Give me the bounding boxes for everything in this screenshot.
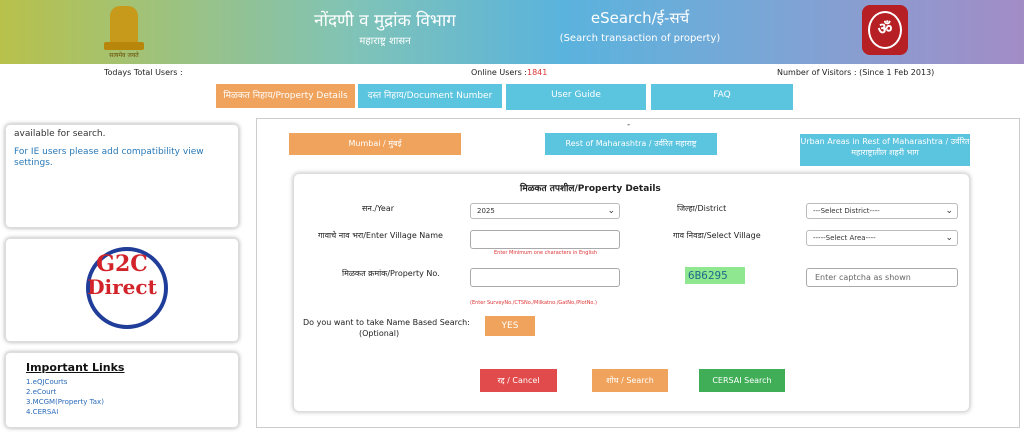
district-label: जिल्हा/District — [677, 204, 727, 213]
region-urban-areas-button[interactable]: Urban Areas in Rest of Maharashtra / उर्… — [800, 134, 970, 166]
year-label: सन./Year — [362, 204, 395, 213]
cersai-search-button[interactable]: CERSAI Search — [699, 369, 785, 392]
name-search-optional: (Optional) — [359, 329, 400, 338]
tab-property-details[interactable]: मिळकत निहाय/Property Details — [216, 84, 355, 108]
village-hint: Enter Minimum one characters in English — [494, 250, 598, 256]
links-heading: Important Links — [26, 361, 125, 374]
department-title: नोंदणी व मुद्रांक विभाग — [314, 11, 456, 31]
tab-faq[interactable]: FAQ — [651, 84, 793, 110]
year-value: 2025 — [477, 207, 495, 215]
search-button[interactable]: शोध / Search — [592, 369, 668, 392]
name-search-label: Do you want to take Name Based Search: — [303, 318, 470, 327]
property-no-input[interactable] — [470, 268, 620, 287]
region-rest-maharashtra-button[interactable]: Rest of Maharashtra / उर्वरित महाराष्ट्र — [545, 133, 717, 155]
online-users-label: Online Users : — [471, 68, 527, 77]
department-logo-icon: ॐ — [862, 5, 908, 55]
year-select[interactable]: 2025 ⌄ — [470, 203, 620, 219]
department-subtitle: महाराष्ट्र शासन — [359, 36, 411, 47]
property-no-label: मिळकत क्रमांक/Property No. — [342, 269, 440, 278]
link-eqjcourts[interactable]: 1.eQJCourts — [26, 378, 67, 386]
important-links-panel: Important Links 1.eQJCourts 2.eCourt 3.M… — [5, 352, 239, 428]
area-select[interactable]: -----Select Area---- ⌄ — [806, 230, 958, 246]
app-subtitle: (Search transaction of property) — [559, 33, 721, 44]
chevron-down-icon: ⌄ — [607, 206, 615, 216]
online-users-count: 1841 — [527, 68, 548, 77]
area-value: -----Select Area---- — [813, 234, 876, 242]
app-title: eSearch/ई-सर्च — [590, 9, 690, 27]
yes-button[interactable]: YES — [485, 316, 535, 336]
g2c-direct-banner[interactable]: G2C Direct — [5, 238, 239, 342]
form-title: मिळकत तपशील/Property Details — [520, 184, 661, 194]
notice-panel: available for search. For IE users pleas… — [5, 124, 239, 228]
district-value: ---Select District---- — [813, 207, 880, 215]
property-hint: (Enter SurveyNo./CTSNo./Milkatno./GatNo.… — [470, 300, 597, 306]
chevron-down-icon: ⌄ — [945, 233, 953, 243]
notice-text: available for search. — [14, 129, 106, 139]
state-emblem-icon: सत्यमेव जयते — [98, 2, 150, 60]
site-header: सत्यमेव जयते नोंदणी व मुद्रांक विभाग महा… — [0, 0, 1024, 64]
village-name-input[interactable] — [470, 230, 620, 249]
visitors-label: Number of Visitors : (Since 1 Feb 2013) — [777, 68, 935, 77]
direct-text: Direct — [87, 275, 157, 299]
region-mumbai-button[interactable]: Mumbai / मुंबई — [289, 133, 461, 155]
village-name-label: गावाचे नाव भरा/Enter Village Name — [318, 231, 443, 240]
g2c-text: G2C — [96, 251, 148, 277]
captcha-input[interactable]: Enter captcha as shown — [806, 268, 958, 287]
link-mcgm[interactable]: 3.MCGM(Property Tax) — [26, 398, 104, 406]
chevron-down-icon: ⌄ — [945, 206, 953, 216]
emblem-motto: सत्यमेव जयते — [109, 52, 139, 59]
ie-compat-note: For IE users please add compatibility vi… — [14, 147, 204, 168]
link-ecourt[interactable]: 2.eCourt — [26, 388, 56, 396]
total-users-label: Todays Total Users : — [104, 68, 183, 77]
link-cersai[interactable]: 4.CERSAI — [26, 408, 58, 416]
cancel-button[interactable]: रद्द / Cancel — [480, 369, 557, 392]
tab-document-number[interactable]: दस्त निहाय/Document Number — [358, 84, 502, 108]
online-users: Online Users :1841 — [471, 68, 547, 77]
select-village-label: गाव निवडा/Select Village — [673, 231, 761, 240]
district-select[interactable]: ---Select District---- ⌄ — [806, 203, 958, 219]
tab-user-guide[interactable]: User Guide — [506, 84, 646, 110]
captcha-image: 6B6295 — [685, 267, 745, 284]
separator-dash: - — [627, 120, 631, 130]
